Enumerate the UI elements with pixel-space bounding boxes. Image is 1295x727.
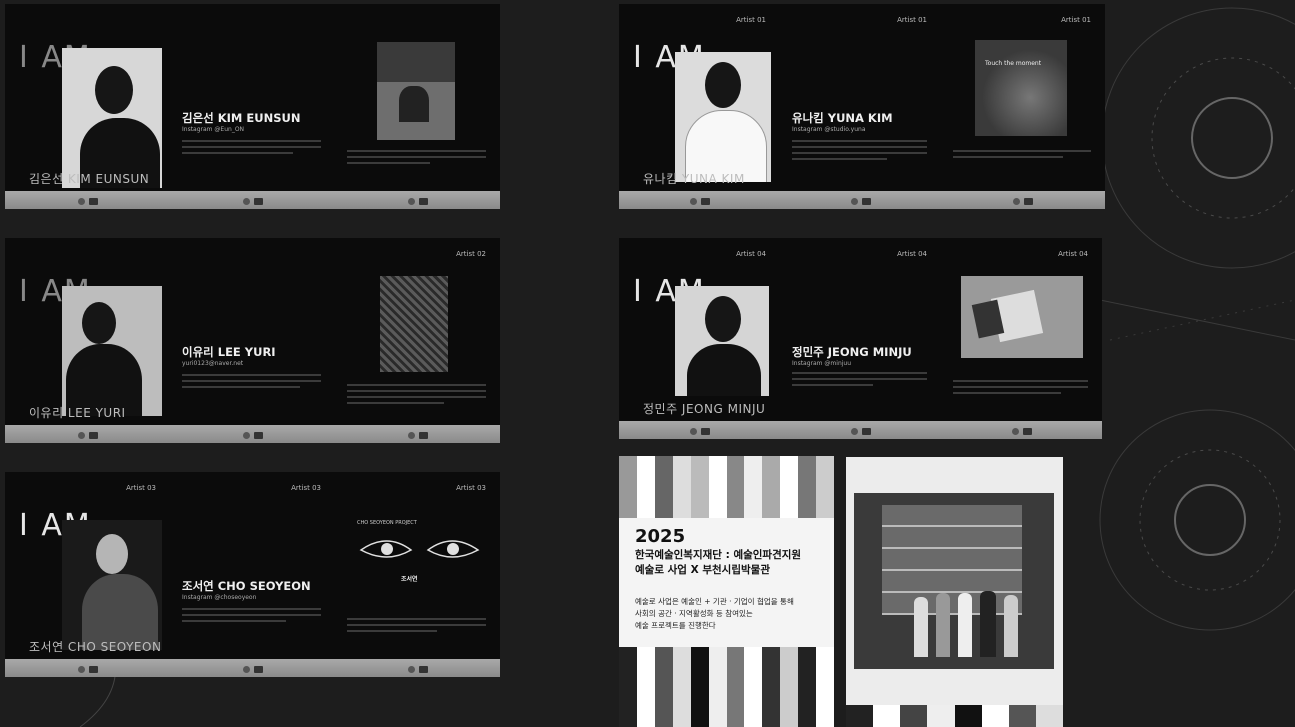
footer-bar bbox=[335, 425, 500, 443]
artist-portrait bbox=[62, 520, 162, 650]
profile-card-yuna-kim: Artist 01 유나킴 YUNA KIM Instagram @studio… bbox=[780, 4, 941, 209]
bio-text bbox=[792, 140, 927, 164]
artist-caption: 김은선 KIM EUNSUN bbox=[29, 172, 150, 186]
footer-bar bbox=[170, 191, 335, 209]
artist-portrait bbox=[675, 52, 771, 182]
shelf-display bbox=[854, 493, 1054, 669]
artwork-description bbox=[953, 150, 1091, 162]
intro-card-jeong-minju: Artist 04 I AM 정민주 JEONG MINJU bbox=[619, 238, 780, 439]
bio-text bbox=[182, 374, 321, 392]
footer-bar bbox=[619, 421, 780, 439]
eyes-artwork bbox=[359, 540, 480, 558]
artist-tag: Artist 03 bbox=[291, 484, 321, 492]
artwork-description bbox=[347, 150, 486, 168]
intro-card-kim-eunsun: I AM 김은선 KIM EUNSUN bbox=[5, 4, 170, 209]
footer-bar bbox=[941, 421, 1102, 439]
artist-portrait bbox=[675, 286, 769, 396]
artist-name: 정민주 JEONG MINJU bbox=[792, 345, 912, 359]
footer-bar bbox=[619, 191, 780, 209]
footer-bar bbox=[5, 191, 170, 209]
profile-card-lee-yuri: 이유리 LEE YURI yuri0123@naver.net bbox=[170, 238, 335, 443]
poster-stripes-top bbox=[619, 456, 834, 518]
poster-description-line1: 예술로 사업은 예술인 + 기관 · 기업이 협업을 통해 bbox=[635, 597, 794, 606]
poster-title-line2: 예술로 사업 X 부천시립박물관 bbox=[635, 564, 770, 576]
bio-text bbox=[792, 372, 927, 390]
artwork-card-lee-yuri: Artist 02 bbox=[335, 238, 500, 443]
artwork-card-cho-seoyeon: Artist 03 CHO SEOYEON PROJECT 조서연 bbox=[335, 472, 500, 677]
artwork-image bbox=[380, 276, 448, 372]
artwork-image bbox=[377, 42, 455, 140]
artist-handle: Instagram @Eun_ON bbox=[182, 126, 245, 133]
profile-card-jeong-minju: Artist 04 정민주 JEONG MINJU Instagram @min… bbox=[780, 238, 941, 439]
artwork-card-kim-eunsun bbox=[335, 4, 500, 209]
artist-tag: Artist 02 bbox=[456, 250, 486, 258]
artist-tag: Artist 01 bbox=[897, 16, 927, 24]
profile-card-kim-eunsun: 김은선 KIM EUNSUN Instagram @Eun_ON bbox=[170, 4, 335, 209]
artist-handle: Instagram @choseoyeon bbox=[182, 594, 257, 601]
footer-bar bbox=[335, 659, 500, 677]
artist-tag: Artist 04 bbox=[1058, 250, 1088, 258]
artist-tag: Artist 01 bbox=[736, 16, 766, 24]
artwork-description bbox=[347, 384, 486, 408]
bio-text bbox=[182, 608, 321, 626]
intro-card-cho-seoyeon: Artist 03 I AM 조서연 CHO SEOYEON bbox=[5, 472, 170, 677]
artwork-title: 조서연 bbox=[401, 576, 418, 583]
artist-caption: 유나킴 YUNA KIM bbox=[643, 172, 745, 186]
artist-caption: 정민주 JEONG MINJU bbox=[643, 402, 766, 416]
artist-name: 이유리 LEE YURI bbox=[182, 345, 276, 359]
artwork-card-jeong-minju: Artist 04 bbox=[941, 238, 1102, 439]
footer-bar bbox=[941, 191, 1105, 209]
artwork-description bbox=[953, 380, 1088, 398]
footer-bar bbox=[780, 191, 941, 209]
artist-caption: 이유리 LEE YURI bbox=[29, 406, 126, 420]
photo-stripes-bottom bbox=[846, 705, 1063, 727]
artist-tag: Artist 03 bbox=[456, 484, 486, 492]
intro-card-lee-yuri: I AM 이유리 LEE YURI bbox=[5, 238, 170, 443]
project-poster: 2025 한국예술인복지재단 : 예술인파견지원 예술로 사업 X 부천시립박물… bbox=[619, 456, 834, 727]
artist-portrait bbox=[62, 286, 162, 416]
artist-caption: 조서연 CHO SEOYEON bbox=[29, 640, 162, 654]
artwork-card-yuna-kim: Artist 01 Touch the moment bbox=[941, 4, 1105, 209]
artwork-image: Touch the moment bbox=[975, 40, 1067, 136]
footer-bar bbox=[5, 425, 170, 443]
footer-bar bbox=[335, 191, 500, 209]
artwork-header: CHO SEOYEON PROJECT bbox=[357, 520, 417, 526]
artist-tag: Artist 03 bbox=[126, 484, 156, 492]
artist-handle: Instagram @minjuu bbox=[792, 360, 852, 367]
poster-description-line2: 사회의 공간 · 지역활성화 등 참여있는 bbox=[635, 609, 753, 618]
artwork-title: Touch the moment bbox=[985, 60, 1042, 67]
footer-bar bbox=[170, 425, 335, 443]
artist-portrait bbox=[62, 48, 162, 188]
poster-stripes-bottom bbox=[619, 647, 834, 727]
footer-bar bbox=[5, 659, 170, 677]
intro-card-yuna-kim: Artist 01 I AM 유나킴 YUNA KIM bbox=[619, 4, 780, 209]
artist-handle: Instagram @studio.yuna bbox=[792, 126, 866, 133]
artist-tag: Artist 01 bbox=[1061, 16, 1091, 24]
artist-name: 조서연 CHO SEOYEON bbox=[182, 579, 311, 593]
profile-card-cho-seoyeon: Artist 03 조서연 CHO SEOYEON Instagram @cho… bbox=[170, 472, 335, 677]
bio-text bbox=[182, 140, 321, 158]
footer-bar bbox=[170, 659, 335, 677]
poster-title-line1: 한국예술인복지재단 : 예술인파견지원 bbox=[635, 549, 802, 561]
artist-handle: yuri0123@naver.net bbox=[182, 360, 244, 367]
artist-name: 김은선 KIM EUNSUN bbox=[182, 111, 301, 125]
artist-tag: Artist 04 bbox=[897, 250, 927, 258]
artist-tag: Artist 04 bbox=[736, 250, 766, 258]
group-photo bbox=[846, 457, 1063, 727]
artwork-image bbox=[961, 276, 1083, 358]
poster-description-line3: 예술 프로젝트를 진행한다 bbox=[635, 621, 716, 630]
footer-bar bbox=[780, 421, 941, 439]
artist-name: 유나킴 YUNA KIM bbox=[792, 111, 893, 125]
poster-year: 2025 bbox=[635, 526, 686, 547]
artwork-description bbox=[347, 618, 486, 636]
